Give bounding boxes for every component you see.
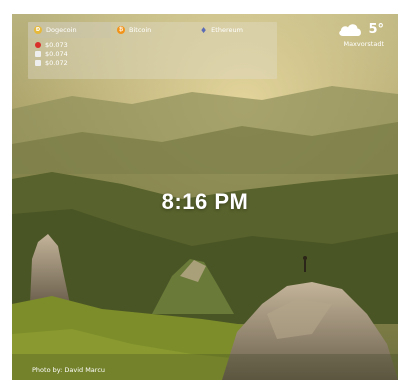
price-list: $0.073 $0.074 $0.072 — [28, 38, 277, 67]
bitcoin-icon: ₿ — [117, 26, 125, 34]
list-item: $0.072 — [35, 58, 277, 67]
crypto-tabs: Ð Dogecoin ₿ Bitcoin ♦ Ethereum — [28, 22, 277, 38]
photo-credit-link[interactable]: Photo by: David Marcu — [32, 366, 105, 374]
price-value: $0.074 — [45, 49, 68, 58]
list-item: $0.073 — [35, 40, 277, 49]
tab-label: Dogecoin — [46, 26, 77, 34]
ethereum-icon: ♦ — [200, 25, 208, 35]
price-value: $0.072 — [45, 58, 68, 67]
price-marker-icon — [35, 59, 41, 66]
tab-bitcoin[interactable]: ₿ Bitcoin — [111, 22, 194, 38]
price-marker-icon — [35, 50, 41, 57]
crypto-price-widget: Ð Dogecoin ₿ Bitcoin ♦ Ethereum $0.073 $… — [28, 22, 277, 79]
clock-time: 8:16 PM — [161, 189, 249, 214]
tab-label: Ethereum — [211, 26, 243, 34]
tab-dogecoin[interactable]: Ð Dogecoin — [28, 22, 111, 38]
price-marker-icon — [35, 41, 41, 48]
tab-label: Bitcoin — [129, 26, 152, 34]
cloud-icon — [339, 24, 362, 36]
list-item: $0.074 — [35, 49, 277, 58]
weather-widget[interactable]: 5° Maxvorstadt — [304, 21, 384, 48]
weather-location: Maxvorstadt — [343, 40, 384, 48]
tab-ethereum[interactable]: ♦ Ethereum — [194, 22, 277, 38]
price-value: $0.073 — [45, 40, 68, 49]
new-tab-dashboard: Ð Dogecoin ₿ Bitcoin ♦ Ethereum $0.073 $… — [12, 14, 398, 380]
dogecoin-icon: Ð — [34, 26, 42, 34]
temperature: 5° — [368, 21, 384, 37]
